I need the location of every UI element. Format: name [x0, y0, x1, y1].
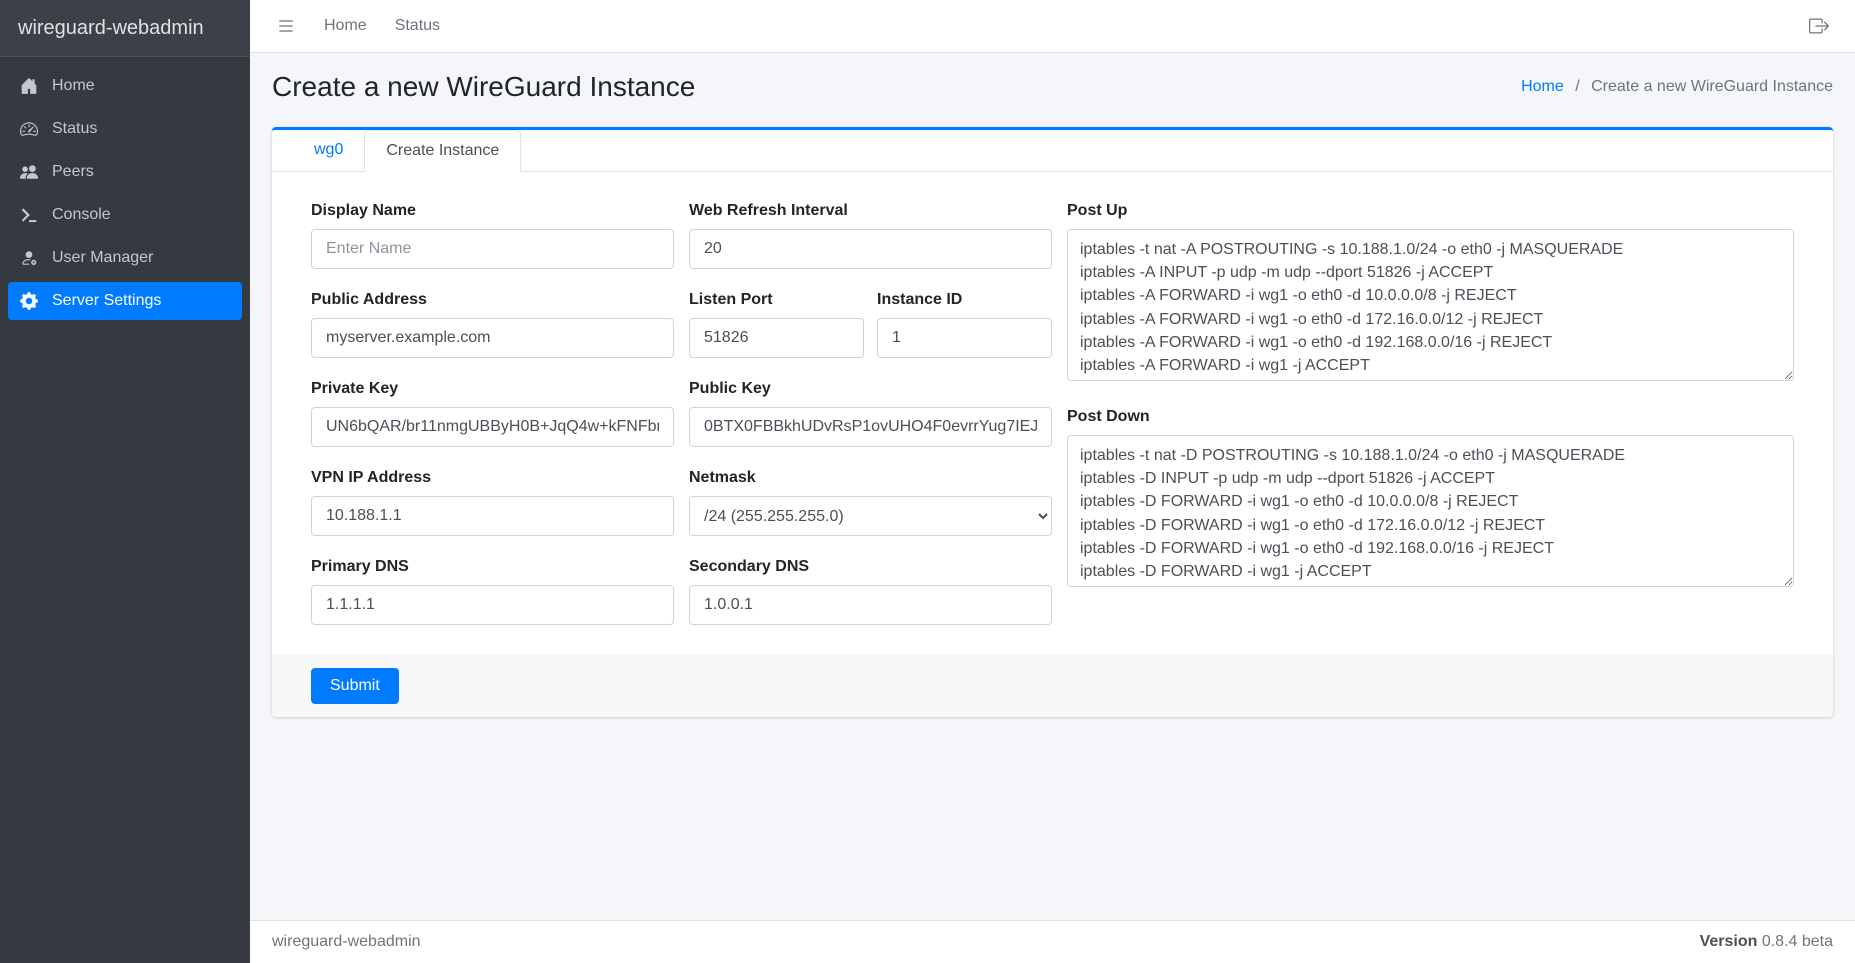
vpn-ip-group: VPN IP Address: [311, 469, 674, 536]
instance-id-input[interactable]: [877, 318, 1052, 358]
netmask-select[interactable]: /24 (255.255.255.0): [689, 496, 1052, 536]
sidebar-item-label: Home: [52, 77, 95, 95]
secondary-dns-label: Secondary DNS: [689, 558, 1052, 576]
gears-icon: [18, 292, 40, 310]
form-column-3: Post Up iptables -t nat -A POSTROUTING -…: [1067, 202, 1794, 647]
primary-dns-group: Primary DNS: [311, 558, 674, 625]
create-instance-card: wg0 Create Instance Display Name Public …: [272, 127, 1833, 717]
netmask-label: Netmask: [689, 469, 1052, 487]
sidebar-item-label: Status: [52, 120, 97, 138]
post-down-label: Post Down: [1067, 408, 1794, 426]
listen-port-label: Listen Port: [689, 291, 864, 309]
sidebar-item-label: Console: [52, 206, 111, 224]
sidebar-item-label: Peers: [52, 163, 94, 181]
home-icon: [18, 77, 40, 95]
breadcrumb-home-link[interactable]: Home: [1521, 78, 1564, 95]
brand-title[interactable]: wireguard-webadmin: [0, 0, 250, 57]
form-column-1: Display Name Public Address Private Key …: [311, 202, 674, 647]
listen-port-group: Listen Port: [689, 291, 864, 358]
display-name-group: Display Name: [311, 202, 674, 269]
public-address-input[interactable]: [311, 318, 674, 358]
user-gear-icon: [18, 249, 40, 267]
tab-create-instance[interactable]: Create Instance: [364, 130, 521, 172]
app: wireguard-webadmin Home Status Peers: [0, 0, 1855, 963]
secondary-dns-input[interactable]: [689, 585, 1052, 625]
sidebar-item-status[interactable]: Status: [8, 110, 242, 148]
sidebar-nav: Home Status Peers Console: [0, 57, 250, 335]
breadcrumb: Home / Create a new WireGuard Instance: [1521, 78, 1833, 96]
sidebar: wireguard-webadmin Home Status Peers: [0, 0, 250, 963]
instance-id-group: Instance ID: [877, 291, 1052, 358]
vpn-ip-label: VPN IP Address: [311, 469, 674, 487]
main-content: Home Status Create a new WireGuard Insta…: [250, 0, 1855, 963]
sidebar-item-server-settings[interactable]: Server Settings: [8, 282, 242, 320]
terminal-icon: [18, 206, 40, 224]
instance-id-label: Instance ID: [877, 291, 1052, 309]
page-footer: wireguard-webadmin Version 0.8.4 beta: [250, 920, 1855, 963]
form-column-2: Web Refresh Interval Listen Port Instanc…: [689, 202, 1052, 647]
gauge-icon: [18, 120, 40, 138]
submit-button[interactable]: Submit: [311, 668, 399, 704]
secondary-dns-group: Secondary DNS: [689, 558, 1052, 625]
instance-form: Display Name Public Address Private Key …: [272, 172, 1833, 655]
sidebar-item-home[interactable]: Home: [8, 67, 242, 105]
sidebar-item-label: Server Settings: [52, 292, 161, 310]
post-up-textarea[interactable]: iptables -t nat -A POSTROUTING -s 10.188…: [1067, 229, 1794, 381]
public-key-input[interactable]: [689, 407, 1052, 447]
private-key-label: Private Key: [311, 380, 674, 398]
public-key-label: Public Key: [689, 380, 1052, 398]
netmask-group: Netmask /24 (255.255.255.0): [689, 469, 1052, 536]
card-footer: Submit: [272, 655, 1833, 717]
web-refresh-label: Web Refresh Interval: [689, 202, 1052, 220]
sidebar-item-label: User Manager: [52, 249, 153, 267]
post-up-label: Post Up: [1067, 202, 1794, 220]
display-name-label: Display Name: [311, 202, 674, 220]
version-text: Version 0.8.4 beta: [1700, 933, 1833, 951]
display-name-input[interactable]: [311, 229, 674, 269]
public-key-group: Public Key: [689, 380, 1052, 447]
topnav-home-link[interactable]: Home: [310, 9, 381, 43]
sign-out-icon[interactable]: [1809, 16, 1829, 36]
primary-dns-label: Primary DNS: [311, 558, 674, 576]
breadcrumb-separator: /: [1575, 78, 1579, 95]
public-address-group: Public Address: [311, 291, 674, 358]
private-key-input[interactable]: [311, 407, 674, 447]
sidebar-item-user-manager[interactable]: User Manager: [8, 239, 242, 277]
sidebar-item-console[interactable]: Console: [8, 196, 242, 234]
version-label: Version: [1700, 933, 1758, 950]
public-address-label: Public Address: [311, 291, 674, 309]
topnav-status-link[interactable]: Status: [381, 9, 454, 43]
top-navbar: Home Status: [250, 0, 1855, 53]
page-title: Create a new WireGuard Instance: [272, 71, 695, 103]
menu-toggle-icon[interactable]: [276, 16, 296, 36]
version-value: 0.8.4 beta: [1762, 933, 1833, 950]
instance-tabs: wg0 Create Instance: [272, 130, 1833, 172]
users-icon: [18, 163, 40, 181]
port-id-row: Listen Port Instance ID: [689, 291, 1052, 358]
tab-wg0[interactable]: wg0: [293, 130, 364, 172]
post-down-textarea[interactable]: iptables -t nat -D POSTROUTING -s 10.188…: [1067, 435, 1794, 587]
breadcrumb-current: Create a new WireGuard Instance: [1591, 78, 1833, 95]
listen-port-input[interactable]: [689, 318, 864, 358]
vpn-ip-input[interactable]: [311, 496, 674, 536]
web-refresh-group: Web Refresh Interval: [689, 202, 1052, 269]
post-down-group: Post Down iptables -t nat -D POSTROUTING…: [1067, 408, 1794, 592]
sidebar-item-peers[interactable]: Peers: [8, 153, 242, 191]
primary-dns-input[interactable]: [311, 585, 674, 625]
web-refresh-input[interactable]: [689, 229, 1052, 269]
footer-brand: wireguard-webadmin: [272, 933, 421, 951]
content-header: Create a new WireGuard Instance Home / C…: [250, 53, 1855, 127]
post-up-group: Post Up iptables -t nat -A POSTROUTING -…: [1067, 202, 1794, 386]
private-key-group: Private Key: [311, 380, 674, 447]
